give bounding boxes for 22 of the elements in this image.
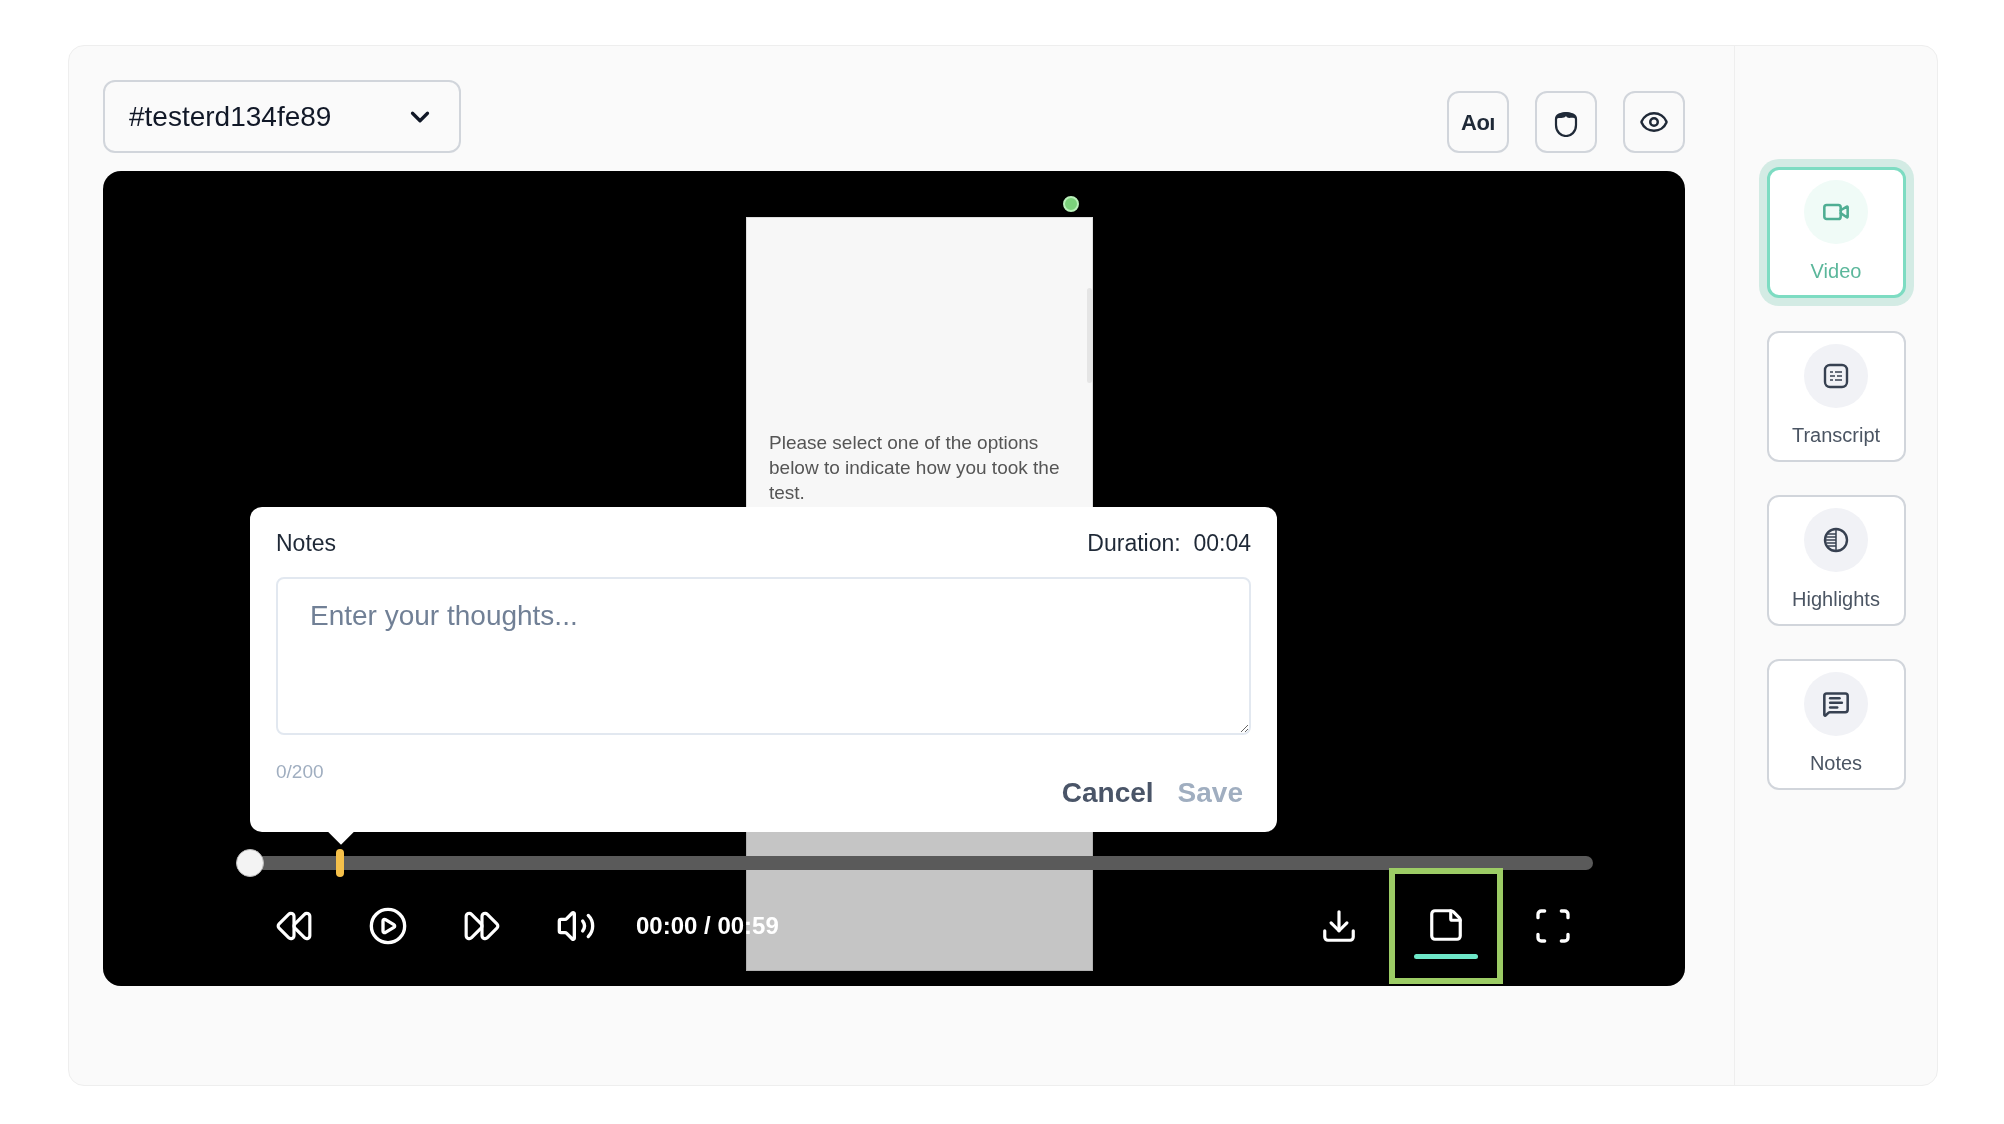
- cancel-button[interactable]: Cancel: [1061, 772, 1154, 814]
- half-circle-icon: [1822, 525, 1850, 554]
- tester-dropdown[interactable]: #testerd134fe89: [103, 80, 461, 153]
- visibility-button[interactable]: [1623, 91, 1685, 153]
- play-icon: [368, 906, 408, 946]
- popup-title: Notes: [276, 528, 337, 558]
- document-lines-icon: [1822, 361, 1850, 390]
- panel-tab[interactable]: Highlights: [1766, 495, 1906, 626]
- chat-icon: [1822, 689, 1850, 718]
- notes-field[interactable]: Enter your thoughts...: [276, 577, 1251, 735]
- duration-text: Duration: 00:04: [1087, 528, 1251, 558]
- panel-tab[interactable]: Notes: [1766, 659, 1906, 790]
- instruction-text: Please select one of the options below to indicate how you took the test.: [769, 431, 1061, 505]
- face-button[interactable]: [1535, 91, 1597, 153]
- aoi-button[interactable]: Aoı: [1447, 91, 1509, 153]
- recording-dot-icon: [1063, 196, 1079, 212]
- active-underline: [1414, 953, 1478, 959]
- download-icon: [1320, 907, 1358, 945]
- note-button[interactable]: [1389, 868, 1503, 984]
- panel-tab[interactable]: Transcript: [1766, 331, 1906, 462]
- character-counter: 0/200: [276, 760, 324, 784]
- fullscreen-icon: [1533, 906, 1573, 946]
